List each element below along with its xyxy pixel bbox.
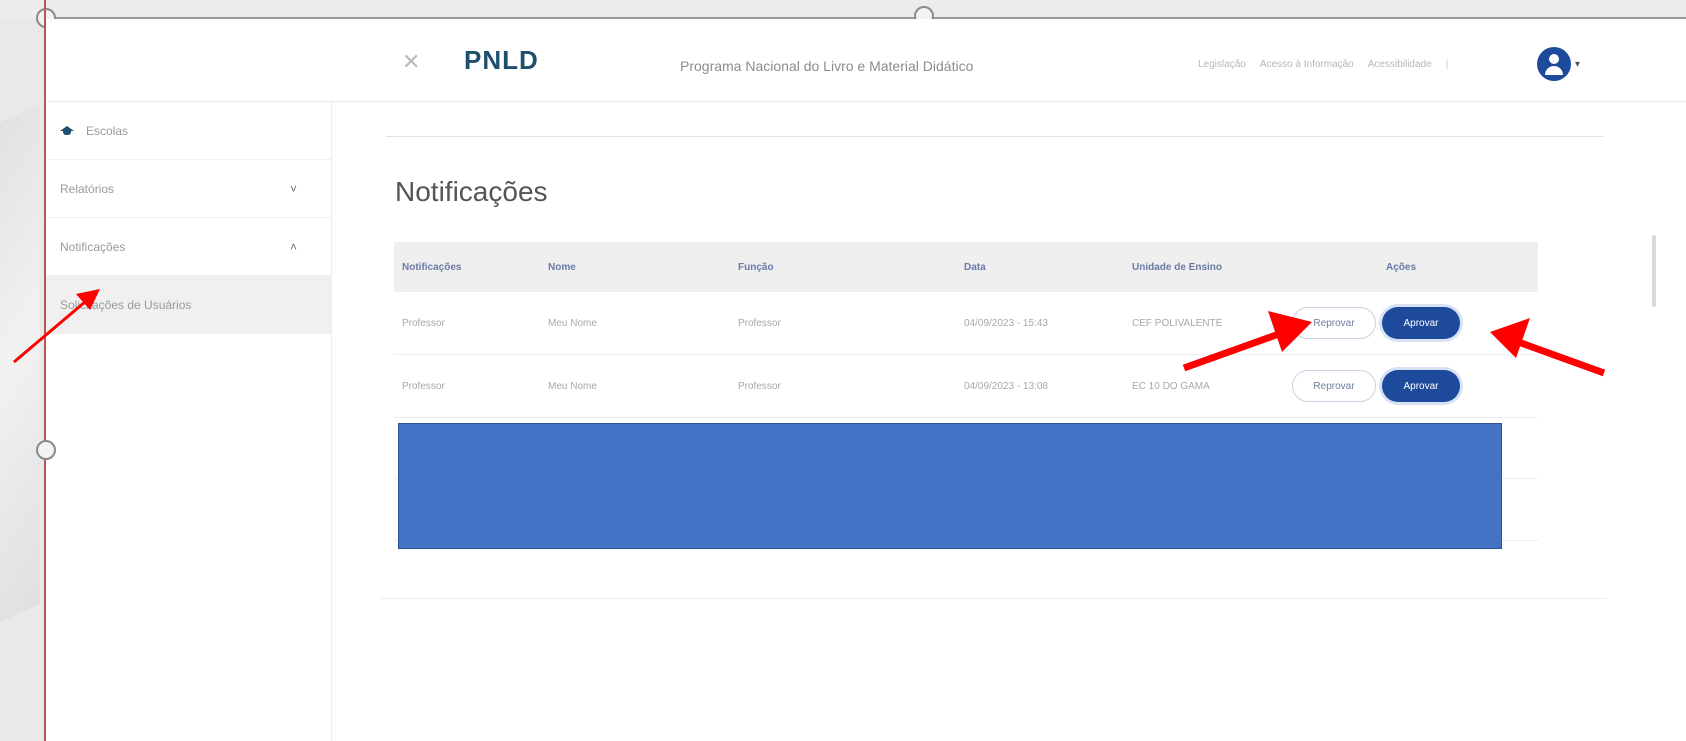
header-links: Legislação Acesso à Informação Acessibil… [1198, 59, 1448, 70]
chevron-up-icon: ˄ [289, 239, 297, 254]
col-funcao: Função [738, 261, 774, 273]
cell-funcao: Professor [738, 380, 781, 392]
reject-button[interactable]: Reprovar [1292, 370, 1376, 402]
page-title: Notificações [395, 176, 548, 207]
sidebar-item-label: Notificações [60, 239, 126, 254]
header-separator: | [1445, 59, 1449, 70]
cell-funcao: Professor [738, 317, 781, 329]
content-divider [386, 136, 1604, 137]
caret-down-icon[interactable]: ▾ [1575, 59, 1580, 70]
cell-acoes: Reprovar Aprovar [1292, 370, 1538, 402]
sidebar-item-relatorios[interactable]: Relatórios ˅ [46, 160, 331, 218]
cell-data: 04/09/2023 - 13:08 [964, 380, 1048, 392]
sidebar-subitem-label: Solicitações de Usuários [60, 297, 192, 312]
sidebar-subitem-solicitacoes[interactable]: Solicitações de Usuários [46, 276, 331, 334]
link-acessibilidade[interactable]: Acessibilidade [1368, 59, 1432, 70]
col-data: Data [964, 261, 986, 273]
cell-unidade: EC 10 DO GAMA [1132, 380, 1210, 392]
link-acesso-informacao[interactable]: Acesso à Informação [1260, 59, 1354, 70]
user-icon-body [1545, 66, 1563, 75]
cell-unidade: CEF POLIVALENTE [1132, 317, 1223, 329]
slide-frame-node [36, 440, 56, 460]
col-notificacoes: Notificações [402, 261, 462, 273]
table-row: Professor Meu Nome Professor 04/09/2023 … [394, 292, 1538, 355]
slide-frame-left-line [44, 0, 46, 741]
approve-button[interactable]: Aprovar [1382, 307, 1460, 339]
chevron-down-icon: ˅ [289, 181, 297, 196]
reject-button[interactable]: Reprovar [1292, 307, 1376, 339]
close-icon[interactable]: ✕ [402, 49, 420, 75]
user-avatar-button[interactable] [1537, 47, 1571, 81]
redaction-box [398, 423, 1502, 549]
sidebar-item-escolas[interactable]: Escolas [46, 102, 331, 160]
cell-data: 04/09/2023 - 15:43 [964, 317, 1048, 329]
cell-nome: Meu Nome [548, 317, 597, 329]
slide-decoration [0, 103, 40, 637]
col-nome: Nome [548, 261, 576, 273]
cell-nome: Meu Nome [548, 380, 597, 392]
table-row: Professor Meu Nome Professor 04/09/2023 … [394, 355, 1538, 418]
sidebar: Escolas Relatórios ˅ Notificações ˄ Soli… [46, 102, 332, 741]
content-bottom-divider [381, 598, 1607, 599]
logo: PNLD [464, 45, 539, 75]
sidebar-item-label: Relatórios [60, 181, 115, 196]
col-unidade: Unidade de Ensino [1132, 261, 1223, 273]
header: ✕ PNLD Programa Nacional do Livro e Mate… [46, 19, 1686, 102]
header-title: Programa Nacional do Livro e Material Di… [680, 58, 974, 74]
cell-notificacao: Professor [402, 380, 445, 392]
cell-notificacao: Professor [402, 317, 445, 329]
slide-frame-top [0, 0, 1686, 18]
approve-button[interactable]: Aprovar [1382, 370, 1460, 402]
sidebar-item-label: Escolas [86, 123, 129, 138]
user-icon [1549, 54, 1559, 64]
link-legislacao[interactable]: Legislação [1198, 59, 1246, 70]
scrollbar-thumb[interactable] [1652, 235, 1656, 307]
col-acoes: Ações [1386, 261, 1417, 273]
school-icon [60, 125, 74, 136]
notifications-table: Notificações Nome Função Data Unidade de… [394, 242, 1538, 418]
sidebar-item-notificacoes[interactable]: Notificações ˄ [46, 218, 331, 276]
table-header: Notificações Nome Função Data Unidade de… [394, 242, 1538, 292]
cell-acoes: Reprovar Aprovar [1292, 307, 1538, 339]
